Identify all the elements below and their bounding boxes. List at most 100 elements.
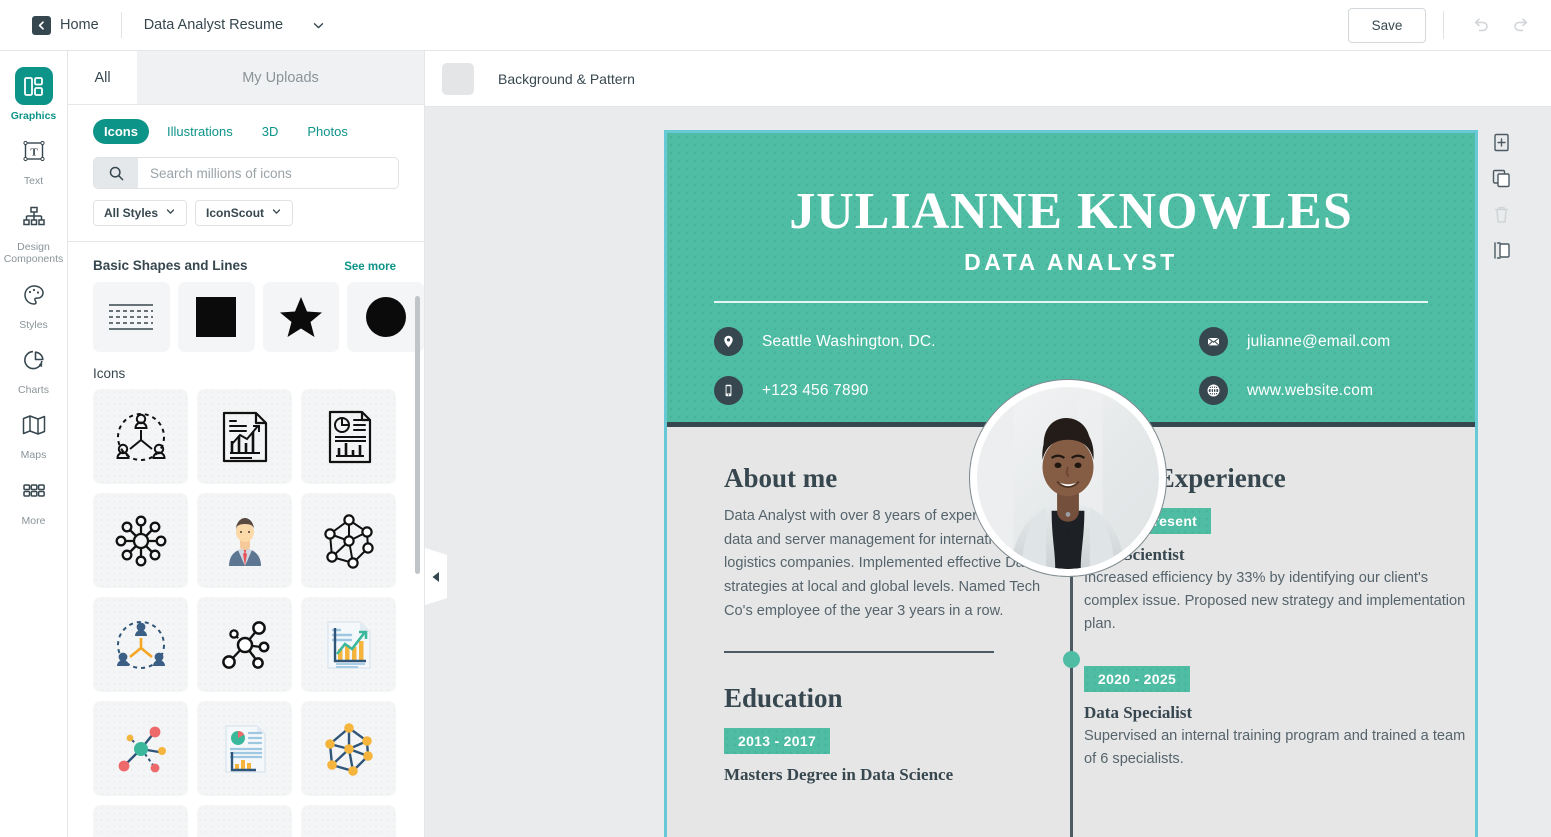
work-period-badge: 2020 - 2025 [1084, 666, 1191, 693]
sidebar-item-charts[interactable]: Charts [0, 341, 68, 396]
collapse-panel-arrow-icon[interactable] [425, 548, 447, 605]
chip-illustrations[interactable]: Illustrations [156, 119, 244, 144]
filter-all-styles[interactable]: All Styles [93, 200, 188, 226]
search-input[interactable] [138, 158, 398, 188]
add-page-icon[interactable] [1490, 131, 1512, 153]
resume-name: JULIANNE KNOWLES [789, 183, 1353, 240]
palette-icon [15, 276, 53, 314]
toolbar-divider [120, 12, 122, 38]
sidebar-label-charts: Charts [18, 383, 49, 396]
undo-icon[interactable] [1461, 5, 1501, 45]
text-icon: T [15, 132, 53, 170]
growth-chart-document-color-icon[interactable] [301, 597, 396, 692]
sidebar-label-styles: Styles [19, 318, 48, 331]
duplicate-page-icon[interactable] [1490, 167, 1512, 189]
icon-tile-partial[interactable] [197, 805, 292, 837]
chip-3d[interactable]: 3D [251, 119, 290, 144]
work-title: Data Specialist [1084, 703, 1193, 723]
report-chart-document-outline-icon[interactable] [197, 389, 292, 484]
graphics-icon [14, 67, 53, 105]
icon-grid [68, 381, 424, 837]
dashed-lines-icon[interactable] [93, 282, 170, 352]
resume-role: DATA ANALYST [964, 249, 1178, 275]
square-shape-icon[interactable] [177, 282, 255, 352]
contact-location: Seattle Washington, DC. [714, 327, 1071, 356]
resume-document[interactable]: JULIANNE KNOWLES DATA ANALYST Seattle Wa… [664, 130, 1478, 837]
sidebar-item-design-components[interactable]: Design Components [0, 198, 68, 266]
map-icon [15, 406, 53, 444]
email-envelope-icon [1199, 327, 1228, 356]
team-network-color-icon[interactable] [93, 597, 188, 692]
businessman-avatar-icon[interactable] [197, 493, 292, 588]
pie-report-document-outline-icon[interactable] [301, 389, 396, 484]
copy-style-icon[interactable] [1490, 239, 1512, 261]
sidebar-item-styles[interactable]: Styles [0, 276, 68, 331]
star-shape-icon[interactable] [262, 282, 340, 352]
chip-photos[interactable]: Photos [296, 119, 358, 144]
filter-row: All Styles IconScout [93, 200, 399, 226]
icon-grid-row-partial [93, 805, 424, 837]
filter-iconscout[interactable]: IconScout [195, 200, 294, 226]
top-bar: Home Data Analyst Resume Save [0, 0, 1551, 51]
contact-email: julianne@email.com [1199, 327, 1428, 356]
delete-page-icon[interactable] [1490, 203, 1512, 225]
background-pattern-label: Background & Pattern [498, 70, 635, 87]
graph-network-outline-icon[interactable] [301, 493, 396, 588]
tab-all[interactable]: All [68, 51, 137, 104]
work-description: Supervised an internal training program … [1084, 728, 1466, 768]
canvas-area: Background & Pattern JULIANNE KNOWLES DA… [425, 51, 1551, 837]
circle-shape-icon[interactable] [347, 282, 424, 352]
icon-tile-partial[interactable] [301, 805, 396, 837]
molecule-nodes-outline-icon[interactable] [197, 597, 292, 692]
work-description: Increased efficiency by 33% by identifyi… [1084, 570, 1466, 633]
contact-website: www.website.com [1199, 376, 1428, 405]
save-button[interactable]: Save [1348, 7, 1426, 43]
search-icon[interactable] [94, 158, 138, 188]
filter-all-styles-label: All Styles [104, 206, 159, 220]
sidebar-label-graphics: Graphics [10, 110, 57, 122]
sidebar-item-more[interactable]: More [0, 472, 68, 527]
see-more-link[interactable]: See more [344, 261, 396, 273]
chevron-down-icon[interactable] [311, 18, 326, 33]
network-nodes-color-icon[interactable] [93, 701, 188, 796]
basic-shapes-header: Basic Shapes and Lines See more [68, 242, 424, 273]
avatar [970, 380, 1166, 576]
team-network-outline-icon[interactable] [93, 389, 188, 484]
sidebar-item-text[interactable]: T Text [0, 132, 68, 187]
contact-phone-text: +123 456 7890 [762, 381, 869, 399]
sidebar-label-more: More [21, 514, 46, 527]
timeline-dot [1063, 651, 1080, 668]
chip-icons[interactable]: Icons [93, 119, 149, 144]
hub-nodes-outline-icon[interactable] [93, 493, 188, 588]
left-rail: Graphics T Text Design Components Styles… [0, 51, 68, 837]
home-button[interactable]: Home [32, 15, 99, 35]
toolbar-divider-2 [1443, 11, 1444, 39]
education-period-badge: 2013 - 2017 [724, 728, 831, 755]
sidebar-label-design-components: Design Components [3, 240, 64, 266]
icon-grid-row [93, 701, 424, 796]
section-divider [724, 651, 994, 654]
sidebar-item-graphics[interactable]: Graphics [0, 67, 68, 122]
contacts-right: julianne@email.com www.website.com [1071, 327, 1428, 405]
sidebar-item-maps[interactable]: Maps [0, 406, 68, 461]
graph-network-color-icon[interactable] [301, 701, 396, 796]
icon-tile-partial[interactable] [93, 805, 188, 837]
mobile-phone-icon [714, 376, 743, 405]
sidebar-label-text: Text [23, 175, 44, 188]
back-chevron-icon [32, 15, 51, 35]
tab-my-uploads[interactable]: My Uploads [137, 51, 424, 104]
panel-scrollbar[interactable] [415, 296, 420, 574]
icon-grid-row [93, 597, 424, 692]
work-entry: 2020 - 2025 Data Specialist Supervised a… [1084, 652, 1475, 771]
canvas-page-tools [1490, 131, 1512, 261]
panel-tabs: All My Uploads [68, 51, 424, 105]
redo-icon[interactable] [1501, 5, 1541, 45]
design-components-icon [15, 198, 53, 236]
svg-text:T: T [30, 147, 38, 159]
background-swatch[interactable] [442, 62, 474, 95]
basic-shapes-row [68, 273, 424, 352]
pie-bar-report-color-icon[interactable] [197, 701, 292, 796]
filter-iconscout-label: IconScout [206, 206, 265, 220]
sidebar-label-maps: Maps [20, 449, 47, 462]
contact-location-text: Seattle Washington, DC. [762, 332, 936, 350]
